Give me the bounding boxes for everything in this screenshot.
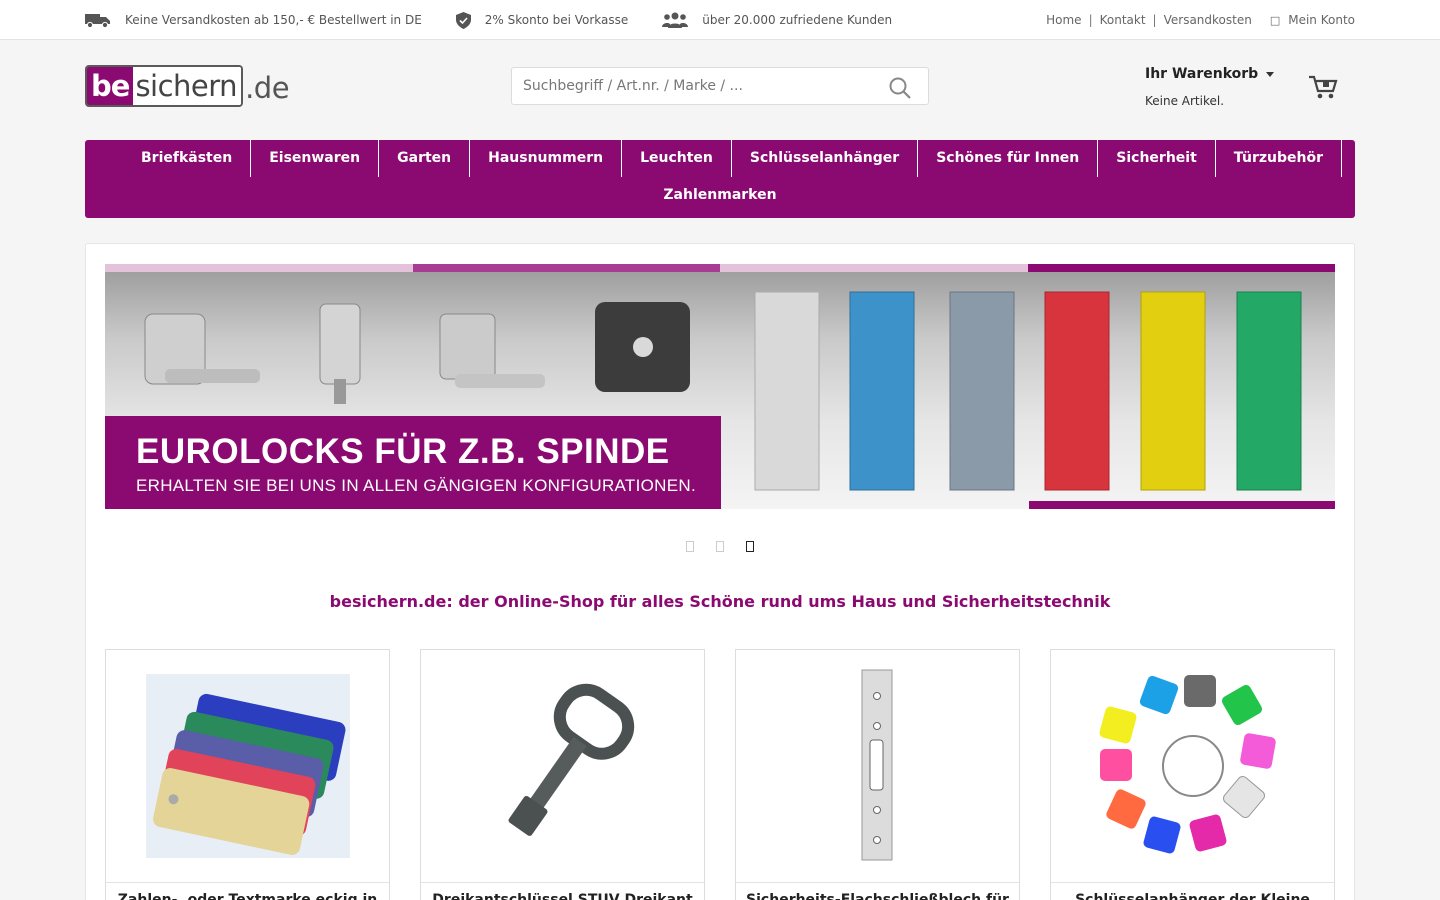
nav-item-zahlenmarken[interactable]: Zahlenmarken [645, 177, 794, 214]
logo-part-be: be [87, 67, 134, 105]
logo-box: be sichern [85, 65, 244, 107]
nav-item-schluesselanhaenger[interactable]: Schlüsselanhänger [732, 140, 919, 177]
banner-bottom-stripe [1029, 501, 1335, 509]
nav-row-2: Zahlenmarken [85, 177, 1355, 214]
cart-icon[interactable] [1308, 74, 1338, 100]
shield-icon [455, 11, 471, 29]
shop-slogan: besichern.de: der Online-Shop für alles … [329, 592, 1111, 611]
product-list: Zahlen-, oder Textmarke eckig in Dreikan… [105, 649, 1335, 900]
truck-icon [85, 14, 110, 28]
logo-part-de: .de [245, 71, 290, 105]
product-title[interactable]: Zahlen-, oder Textmarke eckig in [106, 883, 389, 900]
search-input[interactable] [512, 78, 872, 94]
lock-images [144, 302, 690, 404]
hero-banner[interactable]: EUROLOCKS FÜR Z.B. SPINDE ERHALTEN SIE B… [105, 264, 1335, 509]
slider-dot-2[interactable] [716, 541, 724, 552]
usp-shipping-text: Keine Versandkosten ab 150,- € Bestellwe… [125, 13, 422, 27]
home-link[interactable]: Home [1046, 13, 1081, 27]
usp-customers-text: über 20.000 zufriedene Kunden [702, 13, 893, 27]
header: be sichern .de Ihr Warenkorb Keine Artik… [85, 40, 1355, 140]
banner-caption: EUROLOCKS FÜR Z.B. SPINDE ERHALTEN SIE B… [105, 416, 721, 509]
kontakt-link[interactable]: Kontakt [1100, 13, 1146, 27]
slider-dot-1[interactable] [686, 541, 694, 552]
locker-images [754, 291, 1302, 491]
product-card[interactable]: Zahlen-, oder Textmarke eckig in [105, 649, 390, 900]
main-navigation: Briefkästen Eisenwaren Garten Hausnummer… [85, 140, 1355, 218]
chevron-down-icon [1266, 71, 1275, 77]
versandkosten-link[interactable]: Versandkosten [1164, 13, 1252, 27]
cart-title-row: Ihr Warenkorb [1145, 66, 1275, 82]
slider-dot-3[interactable] [746, 541, 754, 552]
usp-customers: über 20.000 zufriedene Kunden [662, 12, 892, 28]
nav-row-1: Briefkästen Eisenwaren Garten Hausnummer… [85, 140, 1355, 177]
product-title[interactable]: Dreikantschlüssel STUV Dreikant [421, 883, 704, 900]
product-card[interactable]: Schlüsselanhänger der Kleine [1050, 649, 1335, 900]
nav-item-leuchten[interactable]: Leuchten [622, 140, 732, 177]
search-icon[interactable] [888, 76, 912, 100]
nav-item-schoenes-fuer-innen[interactable]: Schönes für Innen [918, 140, 1099, 177]
product-image [421, 650, 704, 883]
usp-discount-text: 2% Skonto bei Vorkasse [484, 13, 629, 27]
service-links: Home | Kontakt | Versandkosten □ Mein Ko… [1046, 13, 1355, 27]
content-card: EUROLOCKS FÜR Z.B. SPINDE ERHALTEN SIE B… [85, 243, 1355, 900]
search-box [511, 67, 929, 105]
banner-subtitle: ERHALTEN SIE BEI UNS IN ALLEN GÄNGIGEN K… [136, 476, 696, 495]
usp-discount: 2% Skonto bei Vorkasse [455, 11, 629, 29]
product-title[interactable]: Sicherheits-Flachschließblech für [736, 883, 1019, 900]
users-icon [662, 12, 689, 28]
banner-title: EUROLOCKS FÜR Z.B. SPINDE [136, 432, 670, 471]
separator: | [1152, 13, 1157, 27]
nav-item-garten[interactable]: Garten [379, 140, 471, 177]
logo-part-sichern: sichern [133, 67, 242, 105]
product-card[interactable]: Dreikantschlüssel STUV Dreikant [420, 649, 705, 900]
cart-title: Ihr Warenkorb [1145, 66, 1259, 82]
nav-item-briefkaesten[interactable]: Briefkästen [98, 140, 252, 177]
product-title[interactable]: Schlüsselanhänger der Kleine [1051, 883, 1334, 900]
usp-list: Keine Versandkosten ab 150,- € Bestellwe… [85, 11, 926, 29]
user-icon: □ [1269, 13, 1281, 27]
cart-summary[interactable]: Ihr Warenkorb Keine Artikel. [1145, 66, 1275, 108]
nav-item-hausnummern[interactable]: Hausnummern [470, 140, 623, 177]
nav-item-sicherheit[interactable]: Sicherheit [1098, 140, 1216, 177]
separator: | [1088, 13, 1093, 27]
top-info-bar: Keine Versandkosten ab 150,- € Bestellwe… [0, 0, 1440, 40]
product-card[interactable]: Sicherheits-Flachschließblech für [735, 649, 1020, 900]
product-image [1051, 650, 1334, 883]
slider-dots [105, 541, 1335, 552]
nav-item-eisenwaren[interactable]: Eisenwaren [251, 140, 380, 177]
cart-status: Keine Artikel. [1145, 94, 1225, 108]
logo[interactable]: be sichern .de [85, 65, 290, 107]
account-link[interactable]: Mein Konto [1288, 13, 1355, 27]
product-image [106, 650, 389, 883]
nav-item-tuerzubehoer[interactable]: Türzubehör [1216, 140, 1342, 177]
usp-shipping: Keine Versandkosten ab 150,- € Bestellwe… [85, 12, 422, 28]
product-image [736, 650, 1019, 883]
